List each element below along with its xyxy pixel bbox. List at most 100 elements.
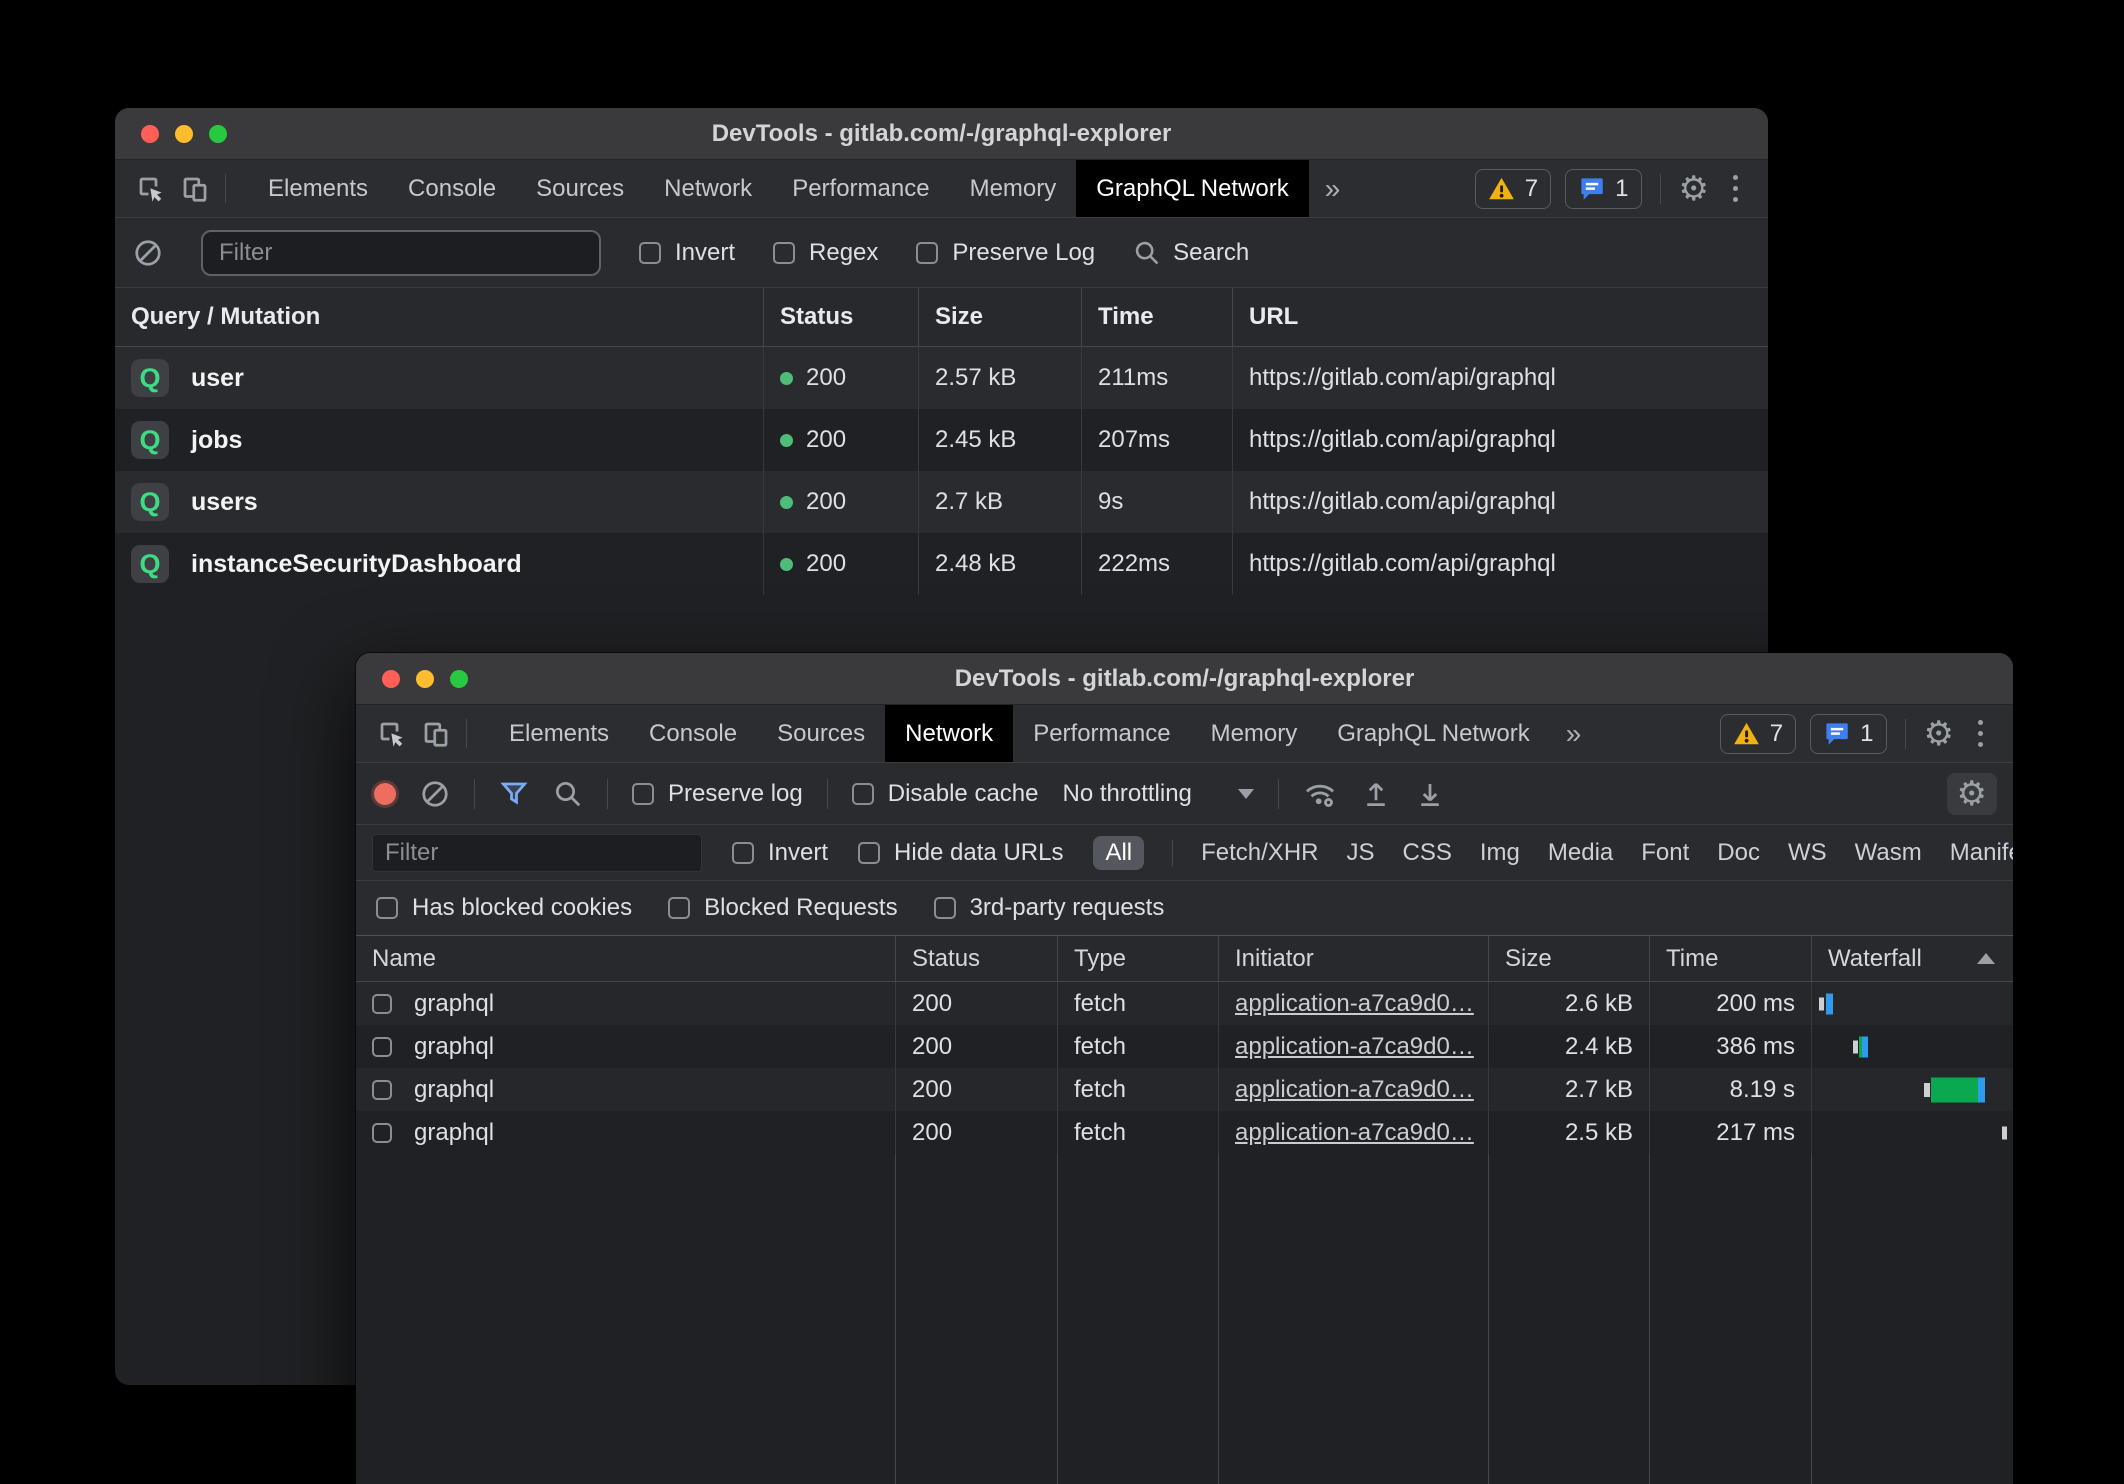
invert-checkbox[interactable]: Invert (639, 239, 735, 267)
search-toggle[interactable]: Search (1133, 239, 1249, 267)
tab-console[interactable]: Console (388, 160, 516, 217)
inspect-element-icon[interactable] (129, 160, 173, 217)
column-header-status[interactable]: Status (763, 288, 918, 346)
network-request-row[interactable]: graphql 200 fetch application-a7ca9d0… 2… (356, 1025, 2013, 1068)
device-toolbar-icon[interactable] (414, 705, 458, 762)
tab-sources[interactable]: Sources (757, 705, 885, 762)
checkbox-box (858, 842, 880, 864)
has-blocked-cookies-checkbox[interactable]: Has blocked cookies (376, 894, 632, 922)
column-header-type[interactable]: Type (1057, 936, 1218, 981)
row-checkbox[interactable] (372, 1123, 392, 1143)
network-request-row[interactable]: graphql 200 fetch application-a7ca9d0… 2… (356, 982, 2013, 1025)
row-checkbox[interactable] (372, 994, 392, 1014)
throttling-dropdown[interactable]: No throttling (1062, 780, 1253, 808)
regex-checkbox[interactable]: Regex (773, 239, 878, 267)
network-settings-gear-icon[interactable]: ⚙ (1947, 773, 1997, 815)
import-har-icon[interactable] (1361, 779, 1391, 809)
tab-performance[interactable]: Performance (1013, 705, 1190, 762)
settings-gear-icon[interactable]: ⚙ (1924, 717, 1954, 751)
column-header-initiator[interactable]: Initiator (1218, 936, 1488, 981)
column-header-time[interactable]: Time (1649, 936, 1811, 981)
graphql-row-instance-security-dashboard[interactable]: QinstanceSecurityDashboard 200 2.48 kB 2… (115, 533, 1768, 595)
issues-badge[interactable]: 1 (1810, 714, 1886, 754)
tab-graphql-network[interactable]: GraphQL Network (1076, 160, 1309, 217)
tab-performance[interactable]: Performance (772, 160, 949, 217)
initiator-link[interactable]: application-a7ca9d0… (1235, 1119, 1474, 1147)
minimize-button[interactable] (416, 670, 434, 688)
filter-chip-manifest[interactable]: Manifest (1950, 839, 2013, 867)
warnings-badge[interactable]: 7 (1475, 169, 1551, 209)
column-header-status[interactable]: Status (895, 936, 1057, 981)
filter-input[interactable] (201, 230, 601, 276)
warnings-badge[interactable]: 7 (1720, 714, 1796, 754)
column-header-size[interactable]: Size (918, 288, 1081, 346)
network-request-row[interactable]: graphql 200 fetch application-a7ca9d0… 2… (356, 1111, 2013, 1154)
network-conditions-icon[interactable] (1303, 778, 1337, 810)
device-toolbar-icon[interactable] (173, 160, 217, 217)
tab-network[interactable]: Network (644, 160, 772, 217)
tab-memory[interactable]: Memory (1191, 705, 1318, 762)
inspect-element-icon[interactable] (370, 705, 414, 762)
network-request-row[interactable]: graphql 200 fetch application-a7ca9d0… 2… (356, 1068, 2013, 1111)
disable-cache-checkbox[interactable]: Disable cache (852, 780, 1039, 808)
column-header-name[interactable]: Name (356, 936, 895, 981)
tab-sources[interactable]: Sources (516, 160, 644, 217)
blocked-requests-checkbox[interactable]: Blocked Requests (668, 894, 897, 922)
preserve-log-checkbox[interactable]: Preserve Log (916, 239, 1095, 267)
filter-chip-font[interactable]: Font (1641, 839, 1689, 867)
invert-checkbox[interactable]: Invert (732, 839, 828, 867)
filter-chip-media[interactable]: Media (1548, 839, 1613, 867)
divider (225, 174, 226, 203)
column-header-size[interactable]: Size (1488, 936, 1649, 981)
issues-badge[interactable]: 1 (1565, 169, 1641, 209)
graphql-row-users[interactable]: Qusers 200 2.7 kB 9s https://gitlab.com/… (115, 471, 1768, 533)
zoom-button[interactable] (450, 670, 468, 688)
zoom-button[interactable] (209, 125, 227, 143)
more-tabs-icon[interactable]: » (1550, 705, 1598, 762)
initiator-link[interactable]: application-a7ca9d0… (1235, 1076, 1474, 1104)
tab-graphql-network[interactable]: GraphQL Network (1317, 705, 1550, 762)
filter-input[interactable] (372, 834, 702, 872)
menu-kebab-icon[interactable] (1723, 175, 1748, 202)
column-header-waterfall[interactable]: Waterfall (1811, 936, 2013, 981)
settings-gear-icon[interactable]: ⚙ (1679, 172, 1709, 206)
column-header-url[interactable]: URL (1232, 288, 1768, 346)
filter-chip-wasm[interactable]: Wasm (1855, 839, 1922, 867)
close-button[interactable] (382, 670, 400, 688)
close-button[interactable] (141, 125, 159, 143)
graphql-row-jobs[interactable]: Qjobs 200 2.45 kB 207ms https://gitlab.c… (115, 409, 1768, 471)
preserve-log-checkbox[interactable]: Preserve log (632, 780, 803, 808)
clear-icon[interactable] (420, 779, 450, 809)
filter-chip-fetch-xhr[interactable]: Fetch/XHR (1201, 839, 1318, 867)
tab-memory[interactable]: Memory (950, 160, 1077, 217)
tab-elements[interactable]: Elements (248, 160, 388, 217)
clear-icon[interactable] (133, 238, 163, 268)
traffic-lights (115, 125, 227, 143)
tab-console[interactable]: Console (629, 705, 757, 762)
hide-data-urls-checkbox[interactable]: Hide data URLs (858, 839, 1063, 867)
row-checkbox[interactable] (372, 1037, 392, 1057)
third-party-requests-checkbox[interactable]: 3rd-party requests (934, 894, 1165, 922)
filter-chip-css[interactable]: CSS (1403, 839, 1452, 867)
graphql-row-user[interactable]: Quser 200 2.57 kB 211ms https://gitlab.c… (115, 347, 1768, 409)
row-checkbox[interactable] (372, 1080, 392, 1100)
menu-kebab-icon[interactable] (1968, 720, 1993, 747)
column-header-time[interactable]: Time (1081, 288, 1232, 346)
filter-funnel-icon[interactable] (499, 779, 529, 809)
filter-chip-img[interactable]: Img (1480, 839, 1520, 867)
filter-chip-all[interactable]: All (1093, 836, 1144, 870)
tab-elements[interactable]: Elements (489, 705, 629, 762)
tab-network[interactable]: Network (885, 705, 1013, 762)
preserve-log-label: Preserve Log (952, 239, 1095, 267)
more-tabs-icon[interactable]: » (1309, 160, 1357, 217)
record-button[interactable] (374, 783, 396, 805)
filter-chip-ws[interactable]: WS (1788, 839, 1827, 867)
initiator-link[interactable]: application-a7ca9d0… (1235, 1033, 1474, 1061)
initiator-link[interactable]: application-a7ca9d0… (1235, 990, 1474, 1018)
filter-chip-js[interactable]: JS (1347, 839, 1375, 867)
column-header-query-mutation[interactable]: Query / Mutation (115, 288, 763, 346)
search-icon[interactable] (553, 779, 583, 809)
minimize-button[interactable] (175, 125, 193, 143)
export-har-icon[interactable] (1415, 779, 1445, 809)
filter-chip-doc[interactable]: Doc (1717, 839, 1760, 867)
